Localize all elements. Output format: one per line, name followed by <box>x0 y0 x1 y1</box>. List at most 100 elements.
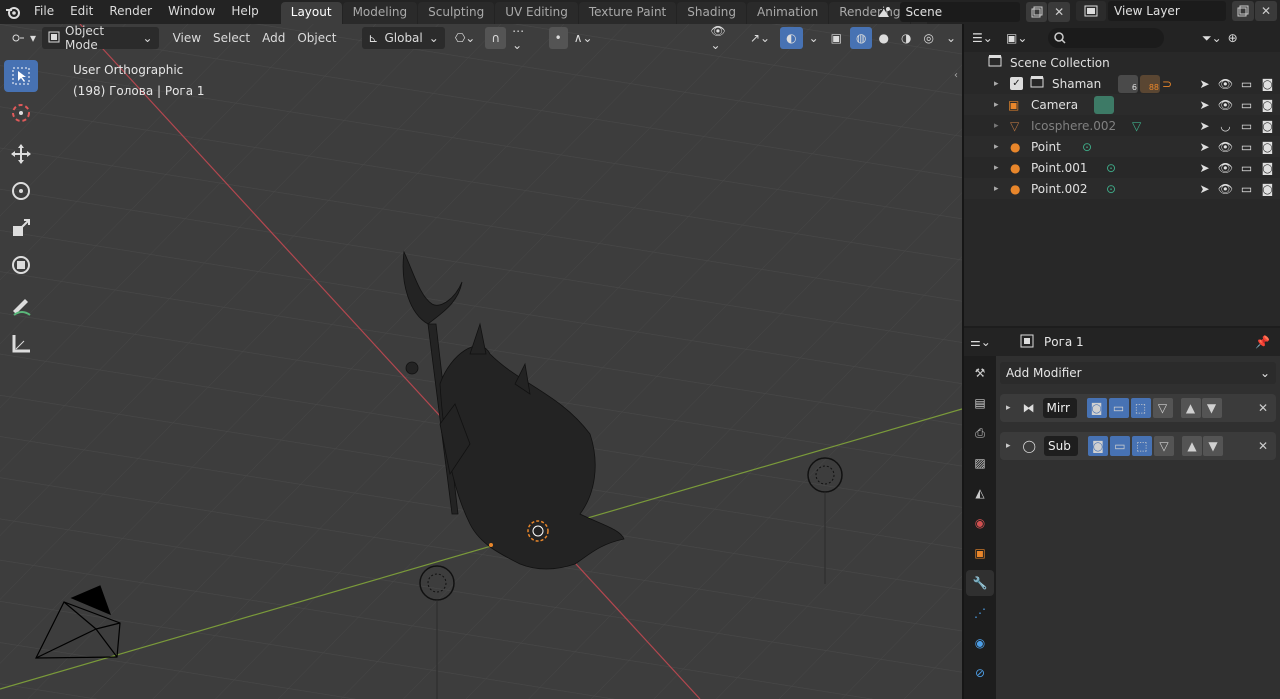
gizmo-icon[interactable]: ↗⌄ <box>744 27 776 49</box>
tree-item-shaman[interactable]: ▸ ✓ Shaman 6 88 ⊃ ➤ 👁 ▭ ◙ <box>964 73 1280 94</box>
cursor-tool-icon[interactable] <box>4 97 38 129</box>
display-mode-icon[interactable]: ▣⌄ <box>1006 31 1036 45</box>
snap-toggle-icon[interactable]: ∩ <box>485 27 507 49</box>
object-tab-icon[interactable]: ▣ <box>966 540 994 566</box>
camera-data-icon[interactable] <box>1094 95 1114 114</box>
expand-arrow-icon[interactable]: ▸ <box>994 184 999 194</box>
editor-type-icon[interactable]: ▾ <box>4 27 42 49</box>
monitor-icon[interactable]: ▭ <box>1238 117 1255 134</box>
selectable-icon[interactable]: ➤ <box>1196 138 1213 155</box>
menu-edit[interactable]: Edit <box>62 0 101 24</box>
collection-children-badge[interactable]: 6 <box>1118 74 1138 93</box>
add-modifier-dropdown[interactable]: Add Modifier ⌄ <box>1000 362 1276 384</box>
render-tab-icon[interactable]: ▤ <box>966 390 994 416</box>
pivot-point-icon[interactable]: ⎔⌄ <box>449 27 482 49</box>
output-tab-icon[interactable]: ⎙ <box>966 420 994 446</box>
blender-logo-icon[interactable] <box>0 0 26 24</box>
collapse-arrow-icon[interactable]: ▸ <box>1006 403 1011 413</box>
new-collection-icon[interactable]: ⊕ <box>1228 31 1238 45</box>
selectable-icon[interactable]: ➤ <box>1196 159 1213 176</box>
particles-tab-icon[interactable]: ⋰ <box>966 600 994 626</box>
measure-tool-icon[interactable] <box>4 327 38 359</box>
light-data-icon[interactable]: ⊙ <box>1106 161 1116 175</box>
world-tab-icon[interactable]: ◉ <box>966 510 994 536</box>
menu-render[interactable]: Render <box>101 0 160 24</box>
eye-icon[interactable]: 👁 <box>1217 159 1234 176</box>
3d-viewport[interactable]: ▾ Object Mode ⌄ View Select Add Object ⊾… <box>0 24 962 699</box>
sidebar-toggle-icon[interactable]: ‹ <box>954 70 958 81</box>
tree-item-camera[interactable]: ▸ ▣ Camera ➤ 👁 ▭ ◙ <box>964 94 1280 115</box>
scene-tab-icon[interactable]: ◭ <box>966 480 994 506</box>
tree-item-point-002[interactable]: ▸ ● Point.002 ⊙ ➤ 👁 ▭ ◙ <box>964 178 1280 199</box>
pin-icon[interactable]: 📌 <box>1255 335 1270 349</box>
selectable-icon[interactable]: ➤ <box>1196 180 1213 197</box>
proportional-edit-icon[interactable]: • <box>548 27 568 49</box>
move-down-icon[interactable]: ▼ <box>1202 436 1223 456</box>
transform-tool-icon[interactable] <box>4 249 38 281</box>
tree-item-scene-collection[interactable]: Scene Collection <box>964 52 1280 73</box>
show-viewport-icon[interactable]: ▭ <box>1109 436 1130 456</box>
tree-item-point-001[interactable]: ▸ ● Point.001 ⊙ ➤ 👁 ▭ ◙ <box>964 157 1280 178</box>
render-camera-icon[interactable]: ◙ <box>1259 159 1276 176</box>
mode-selector[interactable]: Object Mode ⌄ <box>42 24 159 52</box>
menu-view[interactable]: View <box>167 27 207 49</box>
eye-icon[interactable]: 👁 <box>1217 138 1234 155</box>
view-layer-field[interactable]: View Layer <box>1108 1 1226 21</box>
view-layer-icon[interactable] <box>1076 1 1106 21</box>
selectable-icon[interactable]: ➤ <box>1196 96 1213 113</box>
expand-arrow-icon[interactable]: ▸ <box>994 79 999 89</box>
render-camera-icon[interactable]: ◙ <box>1259 117 1276 134</box>
menu-file[interactable]: File <box>26 0 62 24</box>
tab-shading[interactable]: Shading <box>677 2 746 24</box>
render-camera-icon[interactable]: ◙ <box>1259 180 1276 197</box>
menu-window[interactable]: Window <box>160 0 223 24</box>
selectable-icon[interactable]: ➤ <box>1196 117 1213 134</box>
eye-icon[interactable]: 👁 <box>1217 180 1234 197</box>
copy-scene-icon[interactable] <box>1025 2 1048 22</box>
light-data-icon[interactable]: ⊙ <box>1082 140 1092 154</box>
overlays-dropdown-icon[interactable]: ⌄ <box>803 27 825 49</box>
eye-closed-icon[interactable]: ◡ <box>1217 117 1234 134</box>
show-edit-mode-icon[interactable]: ⬚ <box>1130 398 1151 418</box>
expand-arrow-icon[interactable]: ▸ <box>994 121 999 131</box>
modifier-name-field[interactable]: Mirr <box>1042 398 1077 418</box>
expand-arrow-icon[interactable]: ▸ <box>994 100 999 110</box>
remove-modifier-icon[interactable]: ✕ <box>1258 439 1268 453</box>
tab-animation[interactable]: Animation <box>747 2 829 24</box>
expand-arrow-icon[interactable]: ▸ <box>994 142 999 152</box>
tree-item-icosphere[interactable]: ▸ ▽ Icosphere.002 ▽ ➤ ◡ ▭ ◙ <box>964 115 1280 136</box>
menu-add[interactable]: Add <box>256 27 291 49</box>
menu-help[interactable]: Help <box>223 0 266 24</box>
tab-sculpting[interactable]: Sculpting <box>418 2 495 24</box>
eye-icon[interactable]: 👁 <box>1217 75 1234 92</box>
modifier-tab-icon[interactable]: 🔧 <box>966 570 994 596</box>
close-view-layer-icon[interactable]: ✕ <box>1255 1 1277 21</box>
properties-editor-type-icon[interactable]: ⚌⌄ <box>970 335 1010 349</box>
monitor-icon[interactable]: ▭ <box>1238 180 1255 197</box>
armature-icon[interactable]: ⊃ <box>1162 77 1172 91</box>
view-layer-tab-icon[interactable]: ▨ <box>966 450 994 476</box>
tab-texture-paint[interactable]: Texture Paint <box>578 2 677 24</box>
select-box-tool-icon[interactable] <box>4 60 38 92</box>
modifier-name-field[interactable]: Sub <box>1043 436 1078 456</box>
viewport-canvas[interactable] <box>0 24 962 699</box>
tool-tab-icon[interactable]: ⚒ <box>966 360 994 386</box>
tree-item-point[interactable]: ▸ ● Point ⊙ ➤ 👁 ▭ ◙ <box>964 136 1280 157</box>
collapse-arrow-icon[interactable]: ▸ <box>1006 441 1011 451</box>
rendered-shading-icon[interactable]: ◎ <box>917 27 939 49</box>
move-up-icon[interactable]: ▲ <box>1180 398 1201 418</box>
filter-icon[interactable]: ⏷⌄ <box>1202 31 1222 46</box>
orientation-selector[interactable]: ⊾ Global ⌄ <box>362 27 445 49</box>
scene-name-field[interactable]: Scene <box>899 2 1020 22</box>
light-data-icon[interactable]: ⊙ <box>1106 182 1116 196</box>
mesh-data-icon[interactable]: ▽ <box>1132 119 1141 133</box>
render-camera-icon[interactable]: ◙ <box>1259 96 1276 113</box>
show-render-icon[interactable]: ◙ <box>1086 398 1107 418</box>
solid-shading-icon[interactable]: ● <box>872 27 894 49</box>
falloff-icon[interactable]: ∧⌄ <box>568 27 599 49</box>
menu-object[interactable]: Object <box>291 27 342 49</box>
snap-target-icon[interactable]: ⋯⌄ <box>506 24 538 52</box>
outliner-editor-type-icon[interactable]: ☰⌄ <box>972 31 1006 45</box>
show-edit-mode-icon[interactable]: ⬚ <box>1131 436 1152 456</box>
render-camera-icon[interactable]: ◙ <box>1259 138 1276 155</box>
